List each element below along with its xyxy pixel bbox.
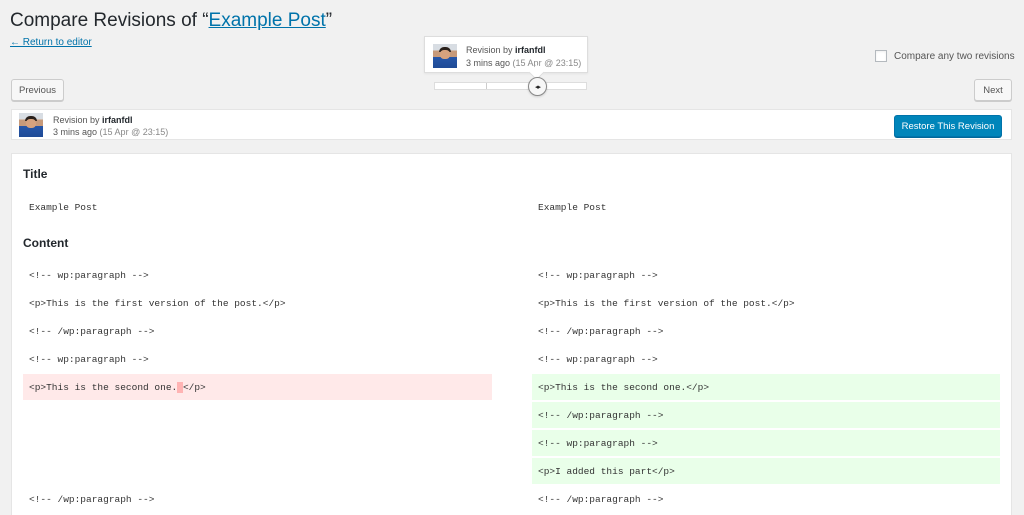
post-title-link[interactable]: Example Post: [209, 10, 326, 31]
tooltip-time-ago: 3 mins ago: [466, 58, 511, 68]
author-avatar: [19, 113, 43, 137]
diff-line-left: <!-- /wp:paragraph -->: [29, 493, 155, 505]
diff-line-left-deleted: <p>This is the second one. </p>: [23, 374, 492, 400]
diff-line-right-added: <!-- wp:paragraph -->: [532, 430, 1000, 456]
diff-title-left: Example Post: [29, 201, 98, 213]
diff-line-left: <p>This is the first version of the post…: [29, 297, 286, 309]
diff-line-right: <!-- /wp:paragraph -->: [538, 325, 664, 337]
slider-tick: [486, 83, 487, 89]
diff-line-left: <!-- /wp:paragraph -->: [29, 325, 155, 337]
revision-time-ago: 3 mins ago: [53, 127, 98, 137]
tooltip-revision-time: 3 mins ago (15 Apr @ 23:15): [466, 58, 581, 68]
slider-handle-arrows-icon: ◂▸: [534, 83, 541, 91]
revision-time: 3 mins ago (15 Apr @ 23:15): [53, 127, 168, 137]
diff-line-right: <p>This is the first version of the post…: [538, 297, 795, 309]
content-section-heading: Content: [23, 236, 69, 250]
diff-line-right-added: <p>This is the second one.</p>: [532, 374, 1000, 400]
author-avatar: [433, 44, 457, 68]
compare-two-checkbox[interactable]: [875, 50, 887, 62]
diff-line-right: <!-- wp:paragraph -->: [538, 269, 658, 281]
diff-line-left: <!-- wp:paragraph -->: [29, 353, 149, 365]
previous-button[interactable]: Previous: [11, 79, 64, 101]
revision-date: (15 Apr @ 23:15): [99, 127, 169, 137]
page-title: Compare Revisions of “Example Post”: [10, 10, 332, 32]
diff-line-right: <!-- /wp:paragraph -->: [538, 493, 664, 505]
diff-line-right: <!-- wp:paragraph -->: [538, 353, 658, 365]
revision-diff-panel: Title Example Post Example Post Content …: [11, 153, 1012, 515]
deleted-text-end: </p>: [182, 381, 206, 393]
return-to-editor-link[interactable]: ← Return to editor: [10, 37, 92, 48]
diff-title-right: Example Post: [538, 201, 607, 213]
revision-slider-track[interactable]: [434, 82, 587, 90]
tooltip-revision-author: Revision by irfanfdl: [466, 45, 546, 55]
compare-two-label: Compare any two revisions: [894, 50, 1015, 62]
tooltip-date: (15 Apr @ 23:15): [512, 58, 582, 68]
next-button[interactable]: Next: [974, 79, 1012, 101]
revision-author: Revision by irfanfdl: [53, 115, 133, 125]
diff-line-right-added: <!-- /wp:paragraph -->: [532, 402, 1000, 428]
restore-revision-button[interactable]: Restore This Revision: [894, 115, 1002, 137]
compare-two-revisions-toggle[interactable]: Compare any two revisions: [875, 50, 1015, 62]
page-title-prefix: Compare Revisions of “: [10, 10, 209, 31]
deleted-text: <p>This is the second one.: [29, 381, 178, 393]
slider-handle[interactable]: ◂▸: [528, 77, 547, 96]
diff-line-right-added: <p>I added this part</p>: [532, 458, 1000, 484]
page-title-suffix: ”: [325, 10, 333, 31]
revision-meta-bar: Revision by irfanfdl 3 mins ago (15 Apr …: [11, 109, 1012, 140]
revision-tooltip: Revision by irfanfdl 3 mins ago (15 Apr …: [424, 36, 588, 73]
diff-line-left: <!-- wp:paragraph -->: [29, 269, 149, 281]
title-section-heading: Title: [23, 167, 48, 181]
